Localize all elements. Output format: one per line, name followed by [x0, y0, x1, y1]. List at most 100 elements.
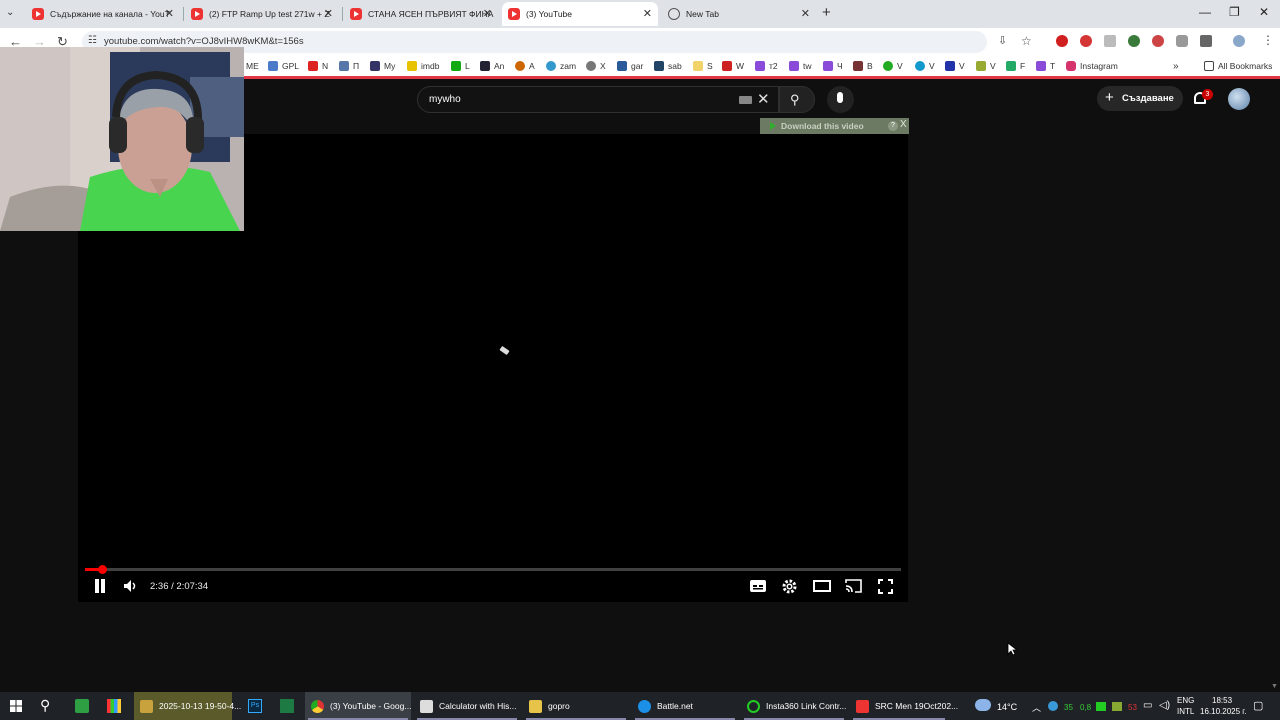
search-input[interactable]: mywho ✕ — [417, 86, 779, 113]
more-bookmarks-chevron-icon[interactable]: » — [1173, 61, 1179, 72]
tray-chevron-icon[interactable]: ︿ — [1032, 701, 1041, 714]
taskbar-app[interactable]: 2025-10-13 19-50-4... — [134, 692, 241, 720]
bookmark-item[interactable]: V — [945, 61, 965, 71]
extension-icon[interactable] — [1152, 35, 1164, 47]
extension-icon[interactable] — [1104, 35, 1116, 47]
download-video-bar[interactable]: Download this video ? X — [760, 118, 909, 134]
bookmark-item[interactable]: A — [515, 61, 535, 71]
help-icon[interactable]: ? — [888, 121, 898, 131]
tab-new-tab[interactable]: New Tab ✕ — [662, 2, 816, 26]
tab-youtube[interactable]: (3) YouTube ✕ — [502, 2, 658, 26]
windows-start-icon[interactable] — [10, 700, 22, 712]
restore-icon[interactable]: ❐ — [1229, 5, 1240, 19]
bookmark-item[interactable]: My — [370, 61, 395, 71]
extension-icon[interactable] — [1128, 35, 1140, 47]
taskbar-app[interactable]: Calculator with His... — [414, 692, 520, 720]
clock-time[interactable]: 18:53 — [1212, 696, 1232, 705]
new-tab-plus-icon[interactable]: + — [822, 4, 831, 21]
bookmark-item[interactable]: GPL — [268, 61, 299, 71]
excel-icon[interactable] — [280, 699, 294, 713]
fullscreen-icon[interactable] — [878, 579, 893, 594]
language-primary[interactable]: ENG — [1177, 696, 1194, 705]
bookmark-item[interactable]: tw — [789, 61, 812, 71]
photoshop-icon[interactable]: Ps — [248, 699, 262, 713]
bookmark-item[interactable]: т2 — [755, 61, 778, 71]
pause-button[interactable] — [93, 578, 107, 594]
bookmark-item[interactable]: zam — [546, 61, 576, 71]
bookmark-item[interactable]: An — [480, 61, 504, 71]
create-button[interactable]: + Създаване — [1097, 86, 1183, 111]
scrubber-handle[interactable] — [97, 565, 107, 574]
app-green-icon[interactable] — [75, 699, 89, 713]
notification-center-icon[interactable]: ▢ — [1253, 699, 1263, 712]
tray-app-icon[interactable] — [1048, 701, 1058, 711]
tab-search-icon[interactable]: ⌄ — [6, 7, 14, 18]
clock-date[interactable]: 16.10.2025 г. — [1200, 707, 1246, 716]
bookmark-item[interactable]: gar — [617, 61, 643, 71]
bookmark-item[interactable]: W — [722, 61, 744, 71]
tab-close-icon[interactable]: ✕ — [483, 7, 492, 20]
account-avatar[interactable] — [1228, 88, 1250, 110]
speaker-icon[interactable]: ◁) — [1159, 700, 1170, 711]
scroll-down-icon[interactable]: ▼ — [1271, 683, 1278, 690]
taskbar-app[interactable]: Battle.net — [632, 692, 738, 720]
taskbar-app[interactable]: Insta360 Link Contr... — [741, 692, 847, 720]
search-icon[interactable]: ⚲ — [40, 697, 50, 714]
bookmark-item[interactable]: X — [586, 61, 606, 71]
opera-extension-icon[interactable] — [1056, 35, 1068, 47]
weather-cloud-icon[interactable] — [975, 699, 991, 711]
tray-app-icon[interactable] — [1112, 702, 1122, 711]
profile-avatar-icon[interactable] — [1233, 35, 1245, 47]
bookmark-item[interactable]: Instagram — [1066, 61, 1118, 71]
adblock-extension-icon[interactable] — [1080, 35, 1092, 47]
all-bookmarks-button[interactable]: All Bookmarks — [1204, 61, 1272, 71]
taskbar-app[interactable]: SRC Men 19Oct202... — [850, 692, 958, 720]
gpu-monitor-icon[interactable] — [1096, 702, 1106, 711]
weather-temperature[interactable]: 14°C — [997, 702, 1017, 712]
taskbar-app[interactable]: gopro — [523, 692, 629, 720]
tab-close-icon[interactable]: ✕ — [643, 7, 652, 20]
bookmark-item[interactable]: N — [308, 61, 328, 71]
keyboard-icon[interactable] — [739, 96, 752, 104]
bookmark-item[interactable]: B — [853, 61, 873, 71]
bookmark-star-icon[interactable]: ☆ — [1021, 34, 1032, 48]
tab-close-icon[interactable]: ✕ — [324, 7, 333, 20]
tab-channel-content[interactable]: Съдържание на канала - YouT ✕ — [26, 2, 180, 26]
close-download-bar-icon[interactable]: X — [900, 119, 907, 130]
shield-extension-icon[interactable] — [1176, 35, 1188, 47]
network-icon[interactable]: ▭ — [1143, 700, 1152, 711]
bookmark-item[interactable]: П — [339, 61, 359, 71]
close-window-icon[interactable]: ✕ — [1259, 5, 1269, 19]
site-info-icon[interactable]: ☷ — [88, 35, 97, 46]
bookmark-item[interactable]: sab — [654, 61, 682, 71]
extensions-puzzle-icon[interactable] — [1200, 35, 1212, 47]
tab-ftp-ramp[interactable]: (2) FTP Ramp Up test 271w + Z ✕ — [185, 2, 339, 26]
settings-gear-icon[interactable] — [782, 579, 797, 594]
clear-search-icon[interactable]: ✕ — [757, 90, 770, 108]
taskbar-app[interactable]: (3) YouTube - Goog... — [305, 692, 411, 720]
bookmark-item[interactable]: V — [915, 61, 935, 71]
bookmark-item[interactable]: L — [451, 61, 470, 71]
tab-stana-yasen[interactable]: СТАНА ЯСЕН ПЪРВИЯТ ФИНА ✕ — [344, 2, 498, 26]
tab-close-icon[interactable]: ✕ — [801, 7, 810, 20]
tab-close-icon[interactable]: ✕ — [165, 7, 174, 20]
language-layout[interactable]: INTL — [1177, 707, 1194, 716]
theater-mode-icon[interactable] — [813, 580, 831, 592]
bookmark-item[interactable]: V — [883, 61, 903, 71]
app-multicolor-icon[interactable] — [107, 699, 121, 713]
volume-icon[interactable] — [123, 579, 138, 593]
bookmark-item[interactable]: S — [693, 61, 713, 71]
bookmark-item[interactable]: V — [976, 61, 996, 71]
install-app-icon[interactable]: ⇩ — [998, 34, 1007, 47]
voice-search-button[interactable] — [827, 86, 854, 113]
menu-kebab-icon[interactable]: ⋮ — [1262, 33, 1274, 47]
minimize-icon[interactable]: — — [1199, 5, 1211, 19]
cast-icon[interactable] — [845, 579, 862, 593]
bookmark-item[interactable]: F — [1006, 61, 1025, 71]
progress-bar[interactable] — [85, 565, 901, 574]
bookmark-item[interactable]: ME — [246, 61, 259, 71]
bookmark-item[interactable]: imdb — [407, 61, 439, 71]
bookmark-item[interactable]: Ч — [823, 61, 843, 71]
subtitles-icon[interactable] — [750, 580, 766, 592]
search-button[interactable]: ⚲ — [779, 86, 815, 113]
